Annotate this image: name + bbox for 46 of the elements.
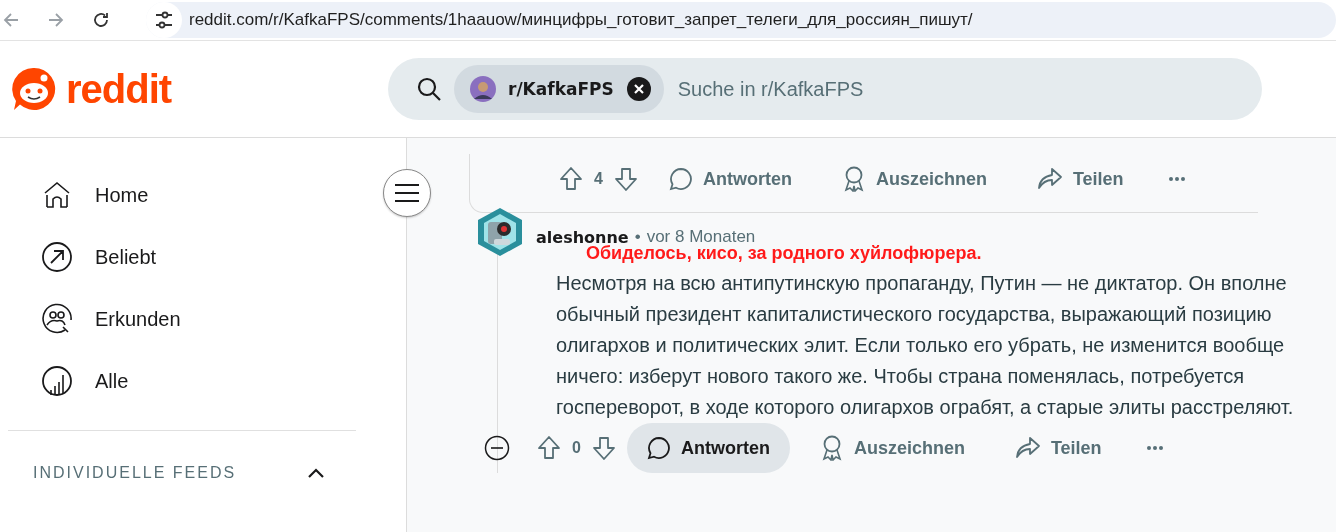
subreddit-chip[interactable]: r/KafkaFPS bbox=[454, 65, 664, 113]
comment-icon bbox=[646, 436, 671, 460]
reload-icon[interactable] bbox=[92, 11, 110, 29]
collapse-icon[interactable] bbox=[484, 435, 510, 461]
comment-flair: Обиделось, кисо, за родного хуйлофюрера. bbox=[586, 243, 983, 264]
upvote-icon[interactable] bbox=[558, 166, 584, 192]
downvote-icon[interactable] bbox=[590, 435, 617, 461]
search-icon bbox=[416, 76, 442, 102]
more-icon[interactable] bbox=[1167, 176, 1186, 182]
comment-icon bbox=[668, 167, 693, 191]
vote-count: 4 bbox=[594, 170, 603, 188]
sidebar-item[interactable]: Home bbox=[0, 164, 406, 226]
chart-circle-icon bbox=[41, 365, 73, 397]
reply-button[interactable]: Antworten bbox=[626, 423, 790, 473]
separator-dot: • bbox=[634, 227, 641, 246]
comment-time: vor 8 Monaten bbox=[646, 227, 756, 246]
forward-icon[interactable] bbox=[47, 11, 65, 29]
snoo-logo-icon[interactable] bbox=[10, 65, 58, 113]
sidebar-item[interactable]: Alle bbox=[0, 350, 406, 412]
arrow-circle-icon bbox=[41, 241, 73, 273]
clear-icon[interactable] bbox=[625, 76, 652, 102]
avatar-icon[interactable] bbox=[476, 207, 524, 257]
share-button[interactable]: Teilen bbox=[1016, 154, 1144, 204]
more-icon[interactable] bbox=[1145, 445, 1164, 451]
menu-icon bbox=[394, 183, 420, 203]
award-button[interactable]: Auszeichnen bbox=[821, 154, 1007, 204]
site-settings-icon[interactable] bbox=[146, 2, 182, 38]
share-arrow-icon bbox=[1014, 436, 1041, 460]
section-title: INDIVIDUELLE FEEDS bbox=[33, 464, 237, 482]
comment-text: Несмотря на всю антипутинскую пропаганду, Путин — не диктатор. Он вполне обычный президент капиталистического государства, выражающий позицию олигархов и политических элит. Если только его убрать, не изменится вообще ничего: изберут нового такого же. Чтобы страна поменялась, потребуется госпереворот, в ходе которого олигархов ограбят, а старые элиты расстреляют. bbox=[556, 271, 1295, 420]
sidebar-item[interactable]: Erkunden bbox=[0, 288, 406, 350]
share-arrow-icon bbox=[1036, 167, 1063, 191]
share-button[interactable]: Teilen bbox=[994, 423, 1122, 473]
menu-button[interactable] bbox=[383, 169, 431, 217]
community-avatar-icon bbox=[470, 76, 496, 102]
people-search-icon bbox=[41, 303, 73, 335]
reply-button[interactable]: Antworten bbox=[648, 154, 812, 204]
upvote-icon[interactable] bbox=[536, 435, 562, 461]
url-text: reddit.com/r/KafkaFPS/comments/1haauow/минцифры_готовит_запрет_телеги_для_россиян_пишут/ bbox=[189, 10, 973, 30]
award-button[interactable]: Auszeichnen bbox=[799, 423, 985, 473]
vote-count: 0 bbox=[572, 439, 581, 457]
sidebar-item[interactable]: Beliebt bbox=[0, 226, 406, 288]
search-field[interactable]: r/KafkaFPS Suche in r/KafkaFPS bbox=[388, 58, 1262, 120]
back-icon[interactable] bbox=[2, 11, 20, 29]
downvote-icon[interactable] bbox=[612, 166, 639, 192]
address-bar[interactable]: reddit.com/r/KafkaFPS/comments/1haauow/минцифры_готовит_запрет_телеги_для_россиян_пишут/ bbox=[146, 2, 1336, 38]
